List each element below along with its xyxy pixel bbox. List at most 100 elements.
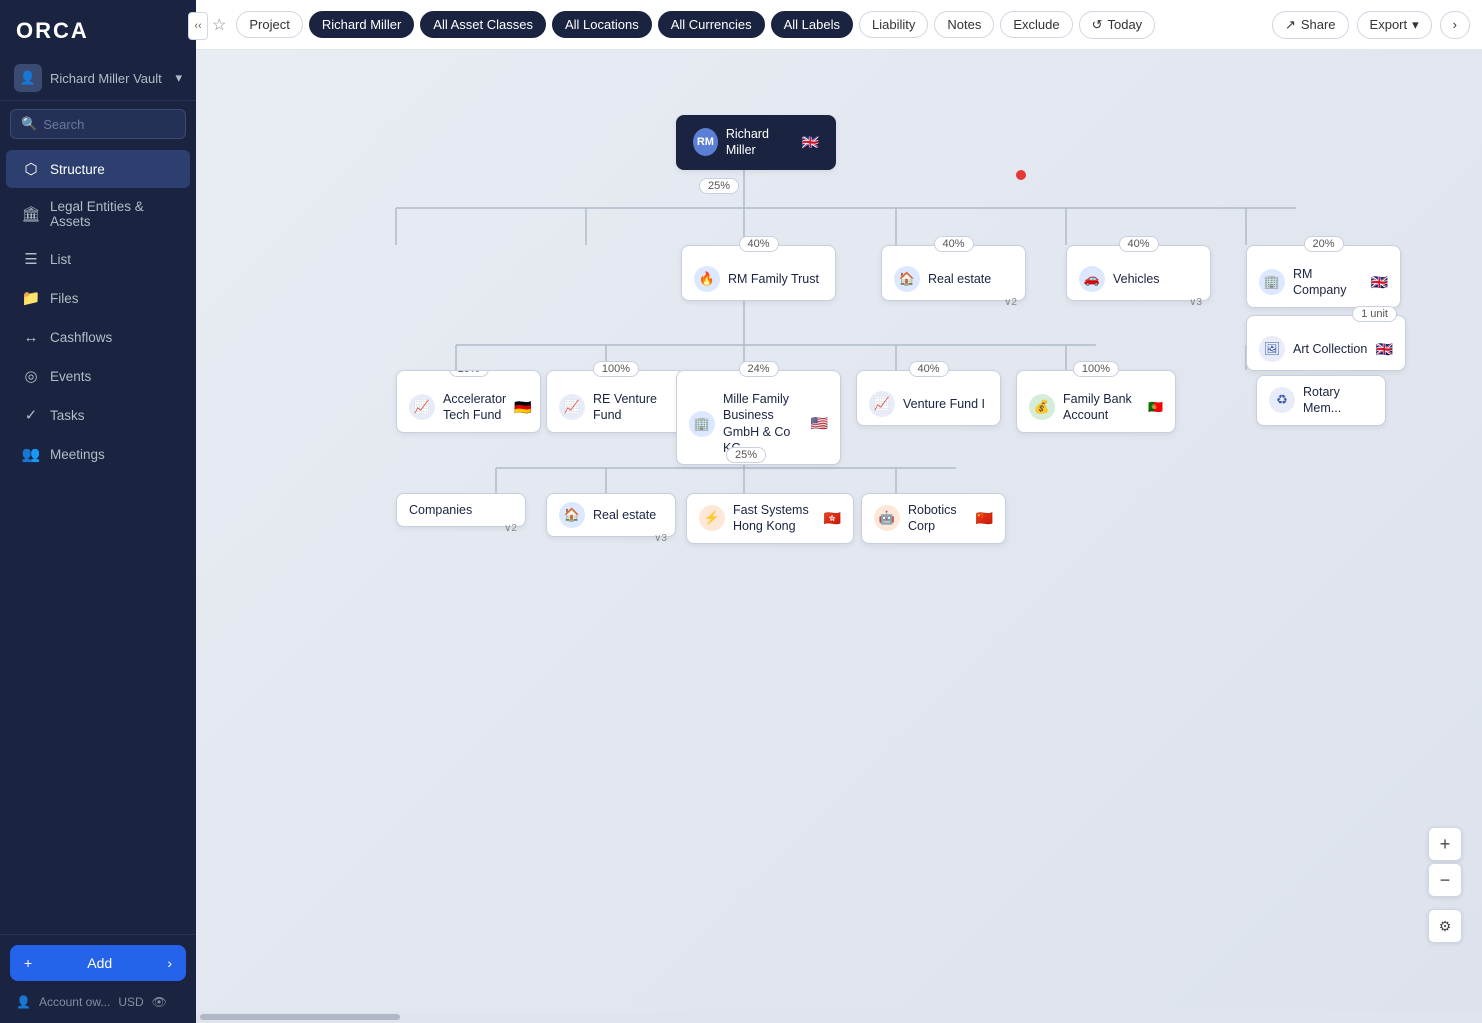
node-real-estate-1[interactable]: 40% 🏠 Real estate ∨2 xyxy=(881,245,1026,301)
node-label: Companies xyxy=(409,502,472,518)
node-label: Real estate xyxy=(593,507,656,523)
sidebar: ORCA 👤 Richard Miller Vault ▾ 🔍 ⬡ Struct… xyxy=(0,0,196,1023)
add-label: Add xyxy=(87,955,112,971)
share-icon: ↗ xyxy=(1285,17,1296,33)
sidebar-nav: ⬡ Structure 🏛 Legal Entities & Assets ☰ … xyxy=(0,149,196,474)
bottom-scrollbar[interactable] xyxy=(196,1011,1482,1023)
zoom-out-button[interactable]: − xyxy=(1428,863,1462,897)
events-icon: ◎ xyxy=(22,367,40,385)
node-family-bank[interactable]: 100% 💰 Family Bank Account 🇵🇹 xyxy=(1016,370,1176,433)
today-button[interactable]: ↺ Today xyxy=(1079,11,1156,39)
eye-icon: 👁 xyxy=(152,995,167,1009)
zoom-in-button[interactable]: + xyxy=(1428,827,1462,861)
exclude-button[interactable]: Exclude xyxy=(1000,11,1072,38)
node-label: RM Family Trust xyxy=(728,271,819,287)
project-button[interactable]: Project xyxy=(236,11,302,38)
sidebar-bottom: + Add › 👤 Account ow... USD 👁 xyxy=(0,934,196,1023)
liability-label: Liability xyxy=(872,17,915,32)
sidebar-collapse-button[interactable]: ‹‹ xyxy=(188,12,208,40)
account-row: 👤 Account ow... USD 👁 xyxy=(10,991,186,1013)
sidebar-item-list[interactable]: ☰ List xyxy=(6,240,190,278)
account-person-icon: 👤 xyxy=(16,995,31,1009)
children-count-vehicles: ∨3 xyxy=(1189,297,1202,308)
pct-badge-mille: 24% xyxy=(738,361,778,377)
sidebar-item-events[interactable]: ◎ Events xyxy=(6,357,190,395)
sidebar-item-structure[interactable]: ⬡ Structure xyxy=(6,150,190,188)
sidebar-item-cashflows[interactable]: ↔ Cashflows xyxy=(6,318,190,356)
fast-systems-icon: ⚡ xyxy=(699,505,725,531)
pct-badge-family-trust: 40% xyxy=(738,236,778,252)
node-fast-systems[interactable]: ⚡ Fast Systems Hong Kong 🇭🇰 xyxy=(686,493,854,544)
main-area: ☆ Project Richard Miller All Asset Class… xyxy=(196,0,1482,1023)
vault-icon: 👤 xyxy=(14,64,42,92)
node-accelerator-tech[interactable]: 10% 📈 Accelerator Tech Fund 🇩🇪 xyxy=(396,370,541,433)
pct-badge-accelerator: 10% xyxy=(448,370,488,377)
sidebar-item-files[interactable]: 📁 Files xyxy=(6,279,190,317)
search-box: 🔍 xyxy=(10,109,186,139)
node-rotary[interactable]: ♻ Rotary Mem... xyxy=(1256,375,1386,426)
mille-icon: 🏢 xyxy=(689,411,715,437)
richard-miller-button[interactable]: Richard Miller xyxy=(309,11,414,38)
cashflows-icon: ↔ xyxy=(22,328,40,346)
notes-button[interactable]: Notes xyxy=(934,11,994,38)
node-re-venture[interactable]: 100% 📈 RE Venture Fund xyxy=(546,370,686,433)
sidebar-item-meetings[interactable]: 👥 Meetings xyxy=(6,435,190,473)
rm-company-flag: 🇬🇧 xyxy=(1371,274,1388,291)
currency-label: USD xyxy=(118,995,143,1009)
vault-chevron-icon: ▾ xyxy=(175,70,182,86)
all-asset-classes-button[interactable]: All Asset Classes xyxy=(420,11,546,38)
today-undo-icon: ↺ xyxy=(1092,17,1103,33)
sidebar-item-label: Tasks xyxy=(50,408,85,423)
node-vehicles[interactable]: 40% 🚗 Vehicles ∨3 xyxy=(1066,245,1211,301)
node-label: Richard Miller xyxy=(726,126,794,159)
all-labels-button[interactable]: All Labels xyxy=(771,11,853,38)
children-count-real-estate-2: ∨3 xyxy=(654,533,667,544)
toolbar: ☆ Project Richard Miller All Asset Class… xyxy=(196,0,1482,50)
export-button[interactable]: Export ▾ xyxy=(1357,11,1432,39)
re-venture-icon: 📈 xyxy=(559,394,585,420)
star-icon[interactable]: ☆ xyxy=(208,11,230,39)
canvas[interactable]: RM Richard Miller 🇬🇧 25% 40% 🔥 RM Family… xyxy=(196,50,1482,1023)
node-robotics-corp[interactable]: 🤖 Robotics Corp 🇨🇳 xyxy=(861,493,1006,544)
share-button[interactable]: ↗ Share xyxy=(1272,11,1349,39)
node-real-estate-2[interactable]: 🏠 Real estate ∨3 xyxy=(546,493,676,537)
mille-flag: 🇺🇸 xyxy=(811,415,828,432)
node-label: Venture Fund I xyxy=(903,396,985,412)
share-label: Share xyxy=(1301,17,1336,32)
node-rm-family-trust[interactable]: 40% 🔥 RM Family Trust xyxy=(681,245,836,301)
vault-selector[interactable]: 👤 Richard Miller Vault ▾ xyxy=(0,56,196,101)
expand-button[interactable]: › xyxy=(1440,11,1470,39)
accelerator-icon: 📈 xyxy=(409,394,435,420)
node-art-collection[interactable]: 1 unit 🖼 Art Collection 🇬🇧 xyxy=(1246,315,1406,371)
zoom-controls: + − ⚙ xyxy=(1428,827,1462,943)
scroll-thumb xyxy=(200,1014,400,1020)
add-button[interactable]: + Add › xyxy=(10,945,186,981)
search-icon: 🔍 xyxy=(21,116,37,132)
all-currencies-button[interactable]: All Currencies xyxy=(658,11,765,38)
children-count-companies: ∨2 xyxy=(504,523,517,534)
today-label: Today xyxy=(1107,17,1142,32)
node-rm-company[interactable]: 20% 🏢 RM Company 🇬🇧 xyxy=(1246,245,1401,308)
exclude-label: Exclude xyxy=(1013,17,1059,32)
node-label: Robotics Corp xyxy=(908,502,968,535)
search-input[interactable] xyxy=(43,117,175,132)
node-avatar: RM xyxy=(693,128,718,156)
liability-button[interactable]: Liability xyxy=(859,11,928,38)
export-chevron-icon: ▾ xyxy=(1412,17,1419,33)
node-richard-miller[interactable]: RM Richard Miller 🇬🇧 xyxy=(676,115,836,170)
venture-1-icon: 📈 xyxy=(869,391,895,417)
node-venture-fund-1[interactable]: 40% 📈 Venture Fund I xyxy=(856,370,1001,426)
node-label: Accelerator Tech Fund xyxy=(443,391,506,424)
add-plus-icon: + xyxy=(24,955,32,971)
robotics-icon: 🤖 xyxy=(874,505,900,531)
pct-badge-re-venture: 100% xyxy=(593,361,639,377)
robotics-flag: 🇨🇳 xyxy=(976,510,993,527)
sidebar-item-legal[interactable]: 🏛 Legal Entities & Assets xyxy=(6,189,190,239)
settings-button[interactable]: ⚙ xyxy=(1428,909,1462,943)
files-icon: 📁 xyxy=(22,289,40,307)
art-icon: 🖼 xyxy=(1259,336,1285,362)
sidebar-item-tasks[interactable]: ✓ Tasks xyxy=(6,396,190,434)
node-companies[interactable]: Companies ∨2 xyxy=(396,493,526,527)
tasks-icon: ✓ xyxy=(22,406,40,424)
all-locations-button[interactable]: All Locations xyxy=(552,11,652,38)
